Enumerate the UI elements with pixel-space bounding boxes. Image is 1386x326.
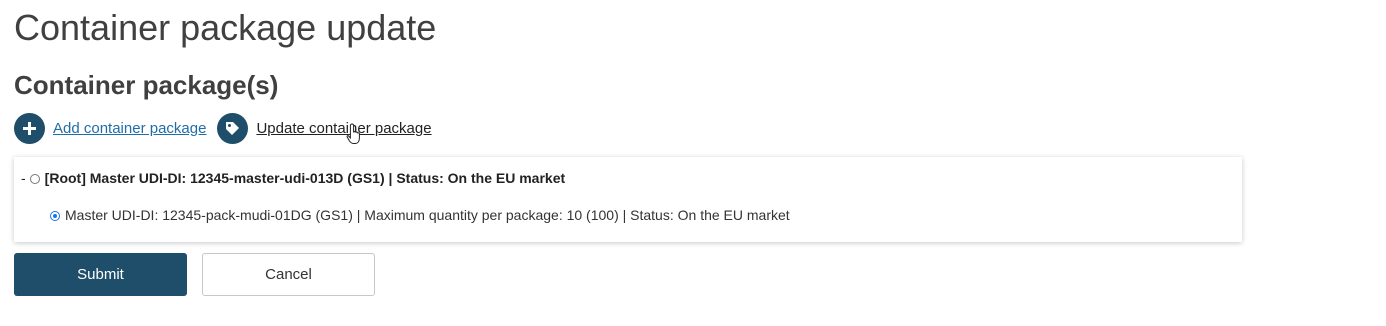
page: Container package update Container packa… bbox=[0, 0, 1386, 326]
section-title: Container package(s) bbox=[14, 70, 279, 100]
submit-button[interactable]: Submit bbox=[14, 253, 187, 296]
add-container-package-action[interactable]: Add container package bbox=[14, 112, 206, 144]
tag-icon[interactable] bbox=[217, 112, 249, 144]
add-container-package-link[interactable]: Add container package bbox=[53, 120, 206, 137]
tree-child-row[interactable]: Master UDI-DI: 12345-pack-mudi-01DG (GS1… bbox=[50, 207, 790, 223]
tree-child-radio[interactable] bbox=[50, 211, 60, 221]
update-container-package-action[interactable]: Update container package bbox=[217, 112, 432, 144]
tree-child-label: Master UDI-DI: 12345-pack-mudi-01DG (GS1… bbox=[65, 207, 790, 223]
container-package-actions: Add container package Update container p… bbox=[14, 112, 432, 144]
update-container-package-link[interactable]: Update container package bbox=[256, 120, 431, 137]
tree-root-row[interactable]: - [Root] Master UDI-DI: 12345-master-udi… bbox=[21, 170, 565, 186]
tree-root-radio[interactable] bbox=[29, 174, 40, 184]
cancel-button[interactable]: Cancel bbox=[202, 253, 375, 296]
plus-icon[interactable] bbox=[14, 112, 45, 144]
page-title: Container package update bbox=[14, 7, 437, 48]
tree-collapse-toggle[interactable]: - bbox=[21, 170, 26, 186]
container-package-tree: - [Root] Master UDI-DI: 12345-master-udi… bbox=[14, 157, 1242, 242]
hand-pointer-icon bbox=[346, 123, 360, 144]
tree-root-label: [Root] Master UDI-DI: 12345-master-udi-0… bbox=[44, 170, 566, 186]
